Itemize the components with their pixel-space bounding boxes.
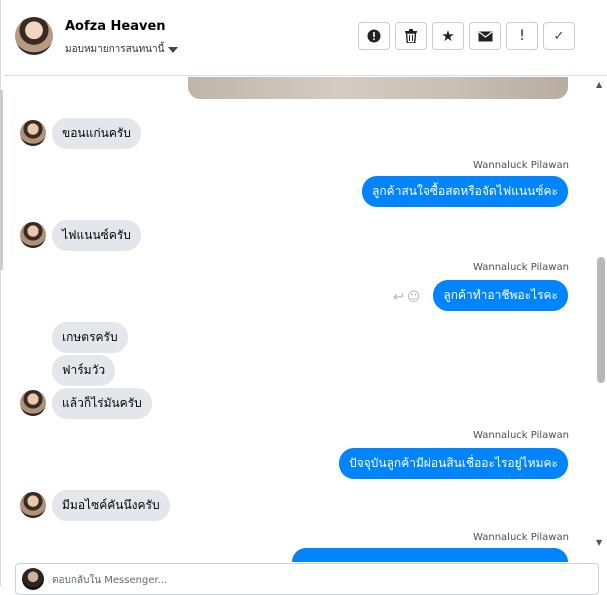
left-scroll-indicator [0, 90, 3, 270]
emoji-icon[interactable]: ☺ [407, 290, 421, 305]
follow-up-button[interactable]: ! [506, 22, 538, 50]
incoming-message[interactable]: มีมอไซค์คันนึงครับ [52, 490, 170, 521]
star-button[interactable]: ★ [432, 22, 464, 50]
message-actions: ↩ ☺ [393, 290, 420, 305]
contact-avatar-small [20, 390, 46, 416]
sender-name: Wannaluck Pilawan [473, 262, 569, 273]
incoming-message[interactable]: ไฟแนนซ์ครับ [52, 220, 141, 251]
sender-name: Wannaluck Pilawan [473, 532, 569, 543]
scroll-down-arrow-icon[interactable]: ▼ [596, 538, 602, 547]
alert-circle-icon [367, 29, 381, 43]
assign-conversation-dropdown[interactable]: มอบหมายการสนทนานี้ [65, 42, 179, 57]
shared-image[interactable] [188, 77, 568, 99]
conversation-header: Aofza Heaven มอบหมายการสนทนานี้ ★ ! ✓ [4, 0, 607, 76]
caret-down-icon [168, 46, 179, 53]
incoming-message[interactable]: ฟาร์มวัว [52, 355, 116, 386]
scroll-up-arrow-icon[interactable]: ▲ [596, 80, 602, 89]
sender-name: Wannaluck Pilawan [473, 430, 569, 441]
header-toolbar: ★ ! ✓ [358, 22, 575, 50]
scrollbar-thumb[interactable] [597, 257, 605, 383]
left-border [0, 0, 1, 586]
envelope-icon [478, 31, 492, 41]
contact-name[interactable]: Aofza Heaven [65, 19, 166, 34]
incoming-message[interactable]: ขอนแก่นครับ [52, 118, 141, 149]
reply-icon[interactable]: ↩ [393, 290, 404, 305]
incoming-message[interactable]: เกษตรครับ [52, 322, 128, 353]
contact-avatar-small [20, 492, 46, 518]
mark-spam-button[interactable] [358, 22, 390, 50]
mark-unread-button[interactable] [469, 22, 501, 50]
delete-button[interactable] [395, 22, 427, 50]
outgoing-message[interactable]: ปัจจุบันลูกค้ามีผ่อนสินเชื่ออะไรอยู่ไหมค… [339, 448, 568, 479]
contact-avatar-small [20, 120, 46, 146]
outgoing-message[interactable]: ลูกค้าสนใจซื้อสดหรือจัดไฟแนนซ์คะ [362, 176, 568, 207]
outgoing-message-partial[interactable] [292, 548, 568, 562]
page-avatar [22, 568, 44, 590]
star-icon: ★ [441, 27, 455, 45]
incoming-message[interactable]: แล้วก็ไร่มันครับ [52, 388, 152, 419]
mark-done-button[interactable]: ✓ [543, 22, 575, 50]
check-icon: ✓ [553, 28, 565, 44]
contact-avatar[interactable] [15, 17, 53, 55]
contact-avatar-small [20, 222, 46, 248]
assign-conversation-label: มอบหมายการสนทนานี้ [65, 44, 165, 55]
sender-name: Wannaluck Pilawan [473, 160, 569, 171]
trash-icon [405, 29, 417, 43]
outgoing-message[interactable]: ลูกค้าทำอาชีพอะไรคะ [433, 280, 568, 311]
exclamation-icon: ! [519, 28, 525, 44]
reply-composer[interactable]: ตอบกลับใน Messenger... [15, 563, 599, 595]
